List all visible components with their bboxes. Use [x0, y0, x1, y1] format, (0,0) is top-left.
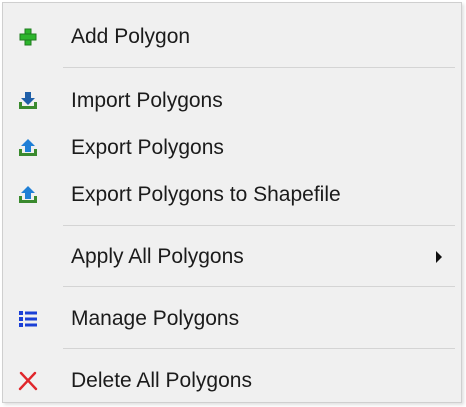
export-tray-icon: [17, 184, 39, 206]
menu-separator: [63, 225, 455, 226]
menu-item-label: Import Polygons: [71, 89, 223, 112]
menu-item-export-polygons[interactable]: Export Polygons: [3, 128, 461, 168]
x-icon: [17, 370, 39, 392]
export-tray-icon: [17, 137, 39, 159]
menu-item-label: Delete All Polygons: [71, 369, 252, 392]
menu-item-add-polygon[interactable]: Add Polygon: [3, 17, 461, 57]
submenu-arrow-icon: [436, 251, 442, 263]
plus-icon: [17, 26, 39, 48]
menu-item-label: Add Polygon: [71, 25, 191, 48]
menu-item-label: Manage Polygons: [71, 307, 240, 330]
menu-item-export-shapefile[interactable]: Export Polygons to Shapefile: [3, 175, 461, 215]
menu-item-label: Export Polygons to Shapefile: [71, 183, 341, 206]
list-icon: [17, 308, 39, 330]
menu-separator: [63, 286, 455, 287]
menu-item-label: Apply All Polygons: [71, 245, 244, 268]
menu-item-import-polygons[interactable]: Import Polygons: [3, 81, 461, 121]
menu-separator: [63, 348, 455, 349]
import-tray-icon: [17, 90, 39, 112]
menu-item-label: Export Polygons: [71, 136, 224, 159]
menu-item-manage-polygons[interactable]: Manage Polygons: [3, 299, 461, 339]
menu-separator: [63, 67, 455, 68]
menu-item-delete-all-polygons[interactable]: Delete All Polygons: [3, 361, 461, 401]
context-menu: Add Polygon Import Polygons Export Polyg…: [2, 2, 462, 403]
menu-item-apply-all-polygons[interactable]: Apply All Polygons: [3, 237, 461, 277]
